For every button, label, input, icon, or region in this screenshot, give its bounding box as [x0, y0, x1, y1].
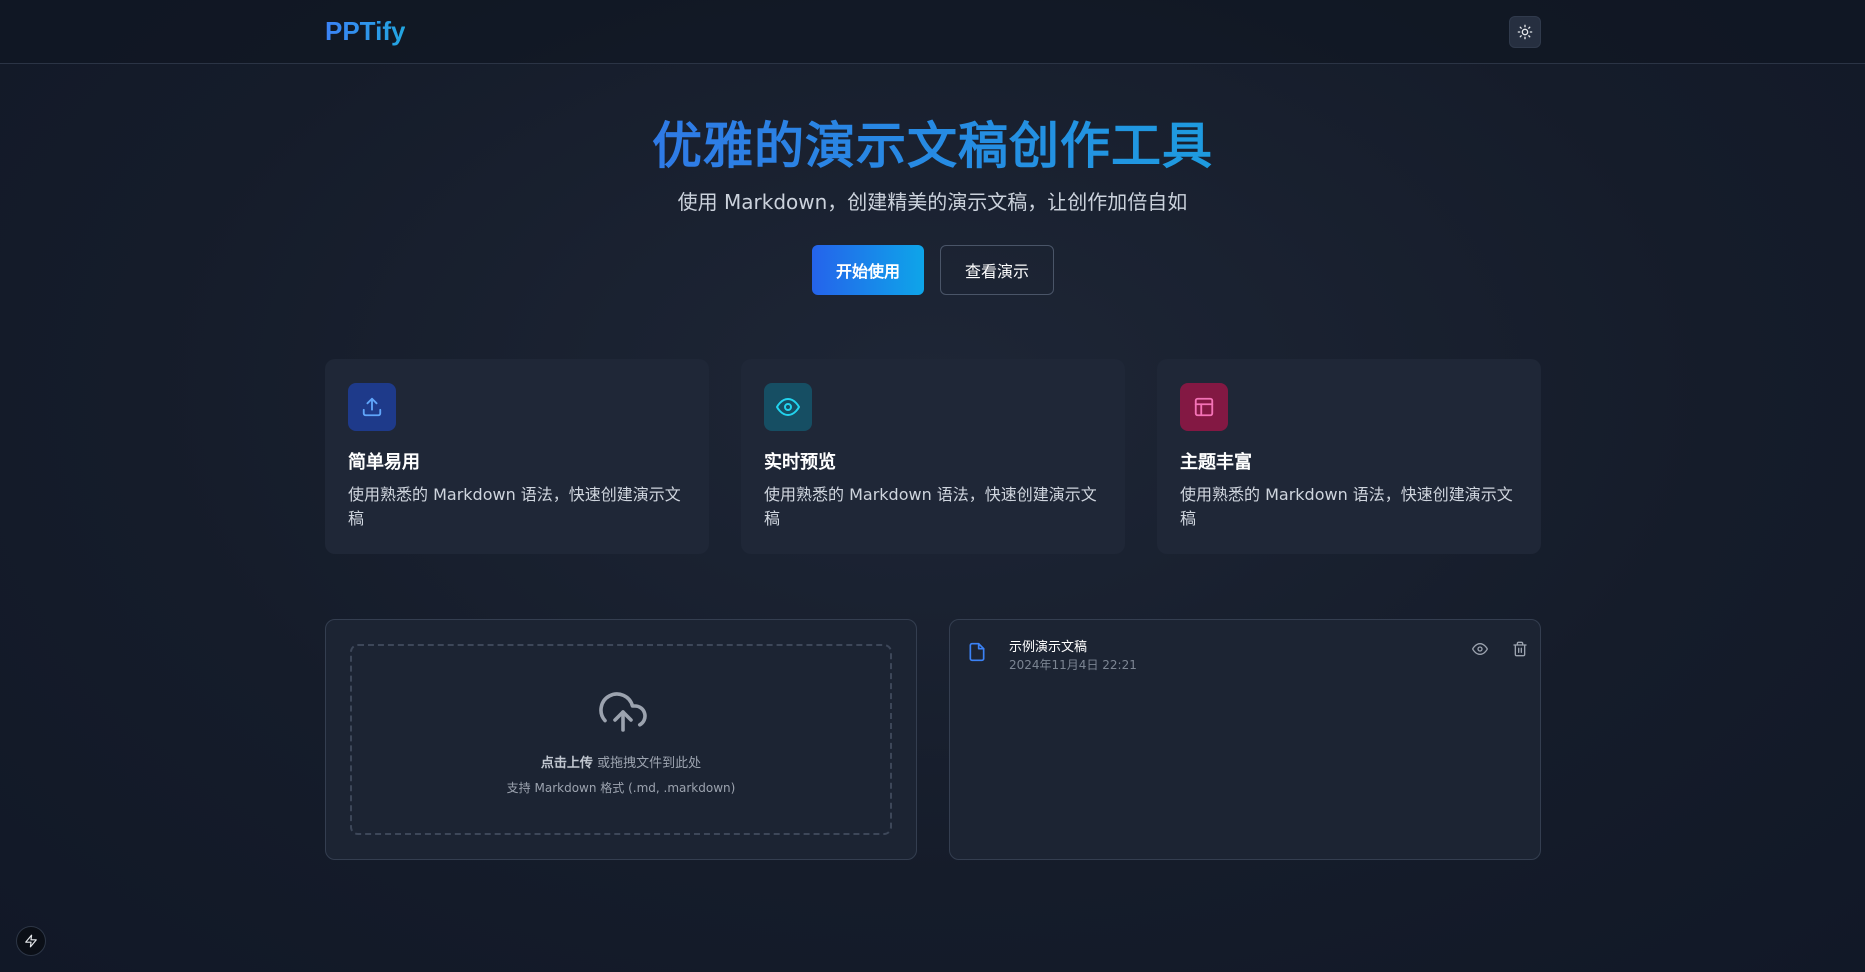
dev-tools-button[interactable]: [16, 926, 46, 956]
upload-icon: [362, 397, 382, 417]
file-name: 示例演示文稿: [1009, 640, 1088, 655]
feature-title: 实时预览: [764, 452, 836, 473]
trash-icon: [1513, 641, 1527, 657]
delete-file-button[interactable]: [1506, 635, 1534, 663]
hero-title-text: 优雅的演示文稿创作工具: [652, 117, 1213, 175]
feature-icon-box: [764, 383, 812, 431]
eye-icon: [1472, 643, 1488, 655]
preview-file-button[interactable]: [1466, 635, 1494, 663]
view-demo-button[interactable]: 查看演示: [940, 245, 1054, 295]
feature-description: 使用熟悉的 Markdown 语法，快速创建演示文稿: [764, 485, 1097, 528]
feature-card-preview: 实时预览 使用熟悉的 Markdown 语法，快速创建演示文稿: [741, 359, 1125, 554]
eye-icon: [776, 398, 800, 416]
upload-card: 点击上传 或拖拽文件到此处 支持 Markdown 格式 (.md, .mark…: [325, 619, 917, 860]
upload-format-hint: 支持 Markdown 格式 (.md, .markdown): [506, 781, 736, 795]
click-upload-link[interactable]: 点击上传: [541, 756, 593, 771]
feature-title: 主题丰富: [1180, 452, 1252, 473]
drag-drop-text: 或拖拽文件到此处: [592, 756, 702, 771]
feature-description: 使用熟悉的 Markdown 语法，快速创建演示文稿: [1180, 485, 1513, 528]
feature-card-easy: 简单易用 使用熟悉的 Markdown 语法，快速创建演示文稿: [325, 359, 709, 554]
sun-icon: [1517, 24, 1533, 40]
upload-instructions: 点击上传 或拖拽文件到此处: [352, 752, 890, 771]
file-dropzone[interactable]: 点击上传 或拖拽文件到此处 支持 Markdown 格式 (.md, .mark…: [350, 644, 892, 835]
list-item[interactable]: 示例演示文稿 2024年11月4日 22:21: [962, 632, 1528, 676]
feature-card-themes: 主题丰富 使用熟悉的 Markdown 语法，快速创建演示文稿: [1157, 359, 1541, 554]
feature-icon-box: [348, 383, 396, 431]
file-list-card: 示例演示文稿 2024年11月4日 22:21: [949, 619, 1541, 860]
feature-title: 简单易用: [348, 452, 420, 473]
lightning-icon: [25, 934, 37, 948]
file-icon: [969, 642, 985, 662]
hero-title: 优雅的演示文稿创作工具: [0, 106, 1865, 178]
hero-subtitle: 使用 Markdown，创建精美的演示文稿，让创作加倍自如: [677, 190, 1188, 214]
get-started-button[interactable]: 开始使用: [812, 245, 924, 295]
app-logo[interactable]: PPTify: [325, 16, 405, 47]
layout-icon: [1194, 397, 1214, 417]
cloud-upload-icon: [599, 692, 647, 732]
feature-description: 使用熟悉的 Markdown 语法，快速创建演示文稿: [348, 485, 681, 528]
top-navbar: PPTify: [0, 0, 1865, 64]
feature-icon-box: [1180, 383, 1228, 431]
file-date: 2024年11月4日 22:21: [1009, 658, 1137, 672]
theme-toggle-button[interactable]: [1509, 16, 1541, 48]
